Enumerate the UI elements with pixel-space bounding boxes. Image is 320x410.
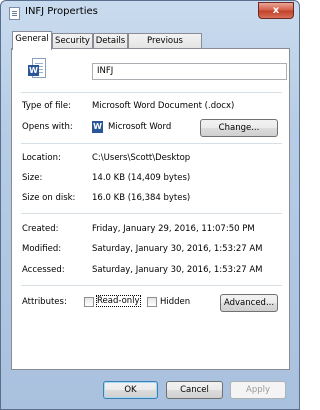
location-label: Location: [22, 153, 61, 163]
divider [21, 285, 282, 286]
divider [21, 213, 282, 214]
tab-security[interactable]: Security [52, 33, 93, 49]
word-app-icon: W [92, 121, 103, 133]
location-value: C:\Users\Scott\Desktop [92, 153, 191, 163]
word-document-icon: W [28, 58, 46, 80]
window-title: INFJ Properties [25, 6, 98, 17]
apply-button: Apply [230, 381, 286, 399]
size-value: 14.0 KB (14,409 bytes) [92, 173, 191, 183]
properties-window: INFJ Properties x General Security Detai… [0, 0, 300, 410]
opens-with-label: Opens with: [22, 122, 73, 132]
attributes-label: Attributes: [22, 297, 67, 307]
created-label: Created: [22, 224, 59, 234]
cancel-button[interactable]: Cancel [166, 381, 223, 399]
size-on-disk-label: Size on disk: [22, 193, 76, 203]
close-button[interactable]: x [258, 2, 294, 19]
divider [21, 143, 282, 144]
divider [21, 92, 282, 93]
type-of-file-label: Type of file: [22, 101, 71, 111]
size-label: Size: [22, 173, 43, 183]
general-panel: W INFJ Type of file: Microsoft Word Docu… [11, 48, 290, 370]
size-on-disk-value: 16.0 KB (16,384 bytes) [92, 193, 191, 203]
created-value: Friday, January 29, 2016, 11:07:50 PM [92, 224, 255, 234]
title-bar[interactable]: INFJ Properties x [1, 1, 299, 25]
accessed-value: Saturday, January 30, 2016, 1:53:27 AM [92, 265, 263, 275]
tab-previous-versions[interactable]: Previous Versions [128, 33, 202, 60]
read-only-checkbox[interactable] [84, 297, 94, 307]
tab-general[interactable]: General [12, 31, 52, 50]
hidden-checkbox[interactable] [147, 297, 157, 307]
modified-value: Saturday, January 30, 2016, 1:53:27 AM [92, 244, 263, 254]
modified-label: Modified: [22, 244, 62, 254]
change-button[interactable]: Change... [200, 119, 278, 137]
accessed-label: Accessed: [22, 265, 65, 275]
advanced-button[interactable]: Advanced... [220, 294, 278, 312]
document-icon [9, 7, 20, 20]
type-of-file-value: Microsoft Word Document (.docx) [92, 101, 235, 111]
hidden-label[interactable]: Hidden [160, 297, 190, 307]
opens-with-value: Microsoft Word [108, 122, 172, 132]
tab-details[interactable]: Details [93, 33, 128, 49]
ok-button[interactable]: OK [103, 381, 158, 399]
file-name-input[interactable]: INFJ [92, 63, 287, 80]
read-only-label[interactable]: Read-only [96, 295, 141, 307]
